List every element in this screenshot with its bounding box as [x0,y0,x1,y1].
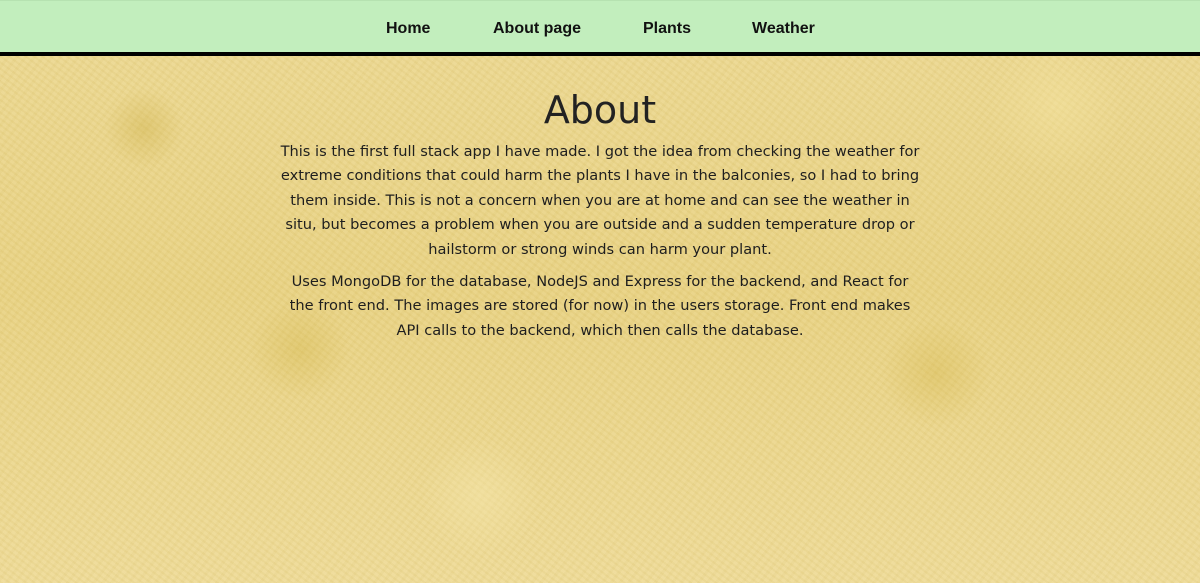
about-section: About This is the first full stack app I… [280,86,920,351]
top-navbar: Home About page Plants Weather [0,0,1200,56]
nav-link-home[interactable]: Home [386,20,430,38]
page-title: About [543,88,657,132]
nav-link-about[interactable]: About page [493,20,581,38]
nav-list: Home About page Plants Weather [0,1,1200,53]
about-paragraph-tech-stack: Uses MongoDB for the database, NodeJS an… [289,273,911,339]
nav-link-plants[interactable]: Plants [643,20,691,38]
about-paragraph-intro: This is the first full stack app I have … [280,143,920,258]
nav-link-weather[interactable]: Weather [752,20,815,38]
